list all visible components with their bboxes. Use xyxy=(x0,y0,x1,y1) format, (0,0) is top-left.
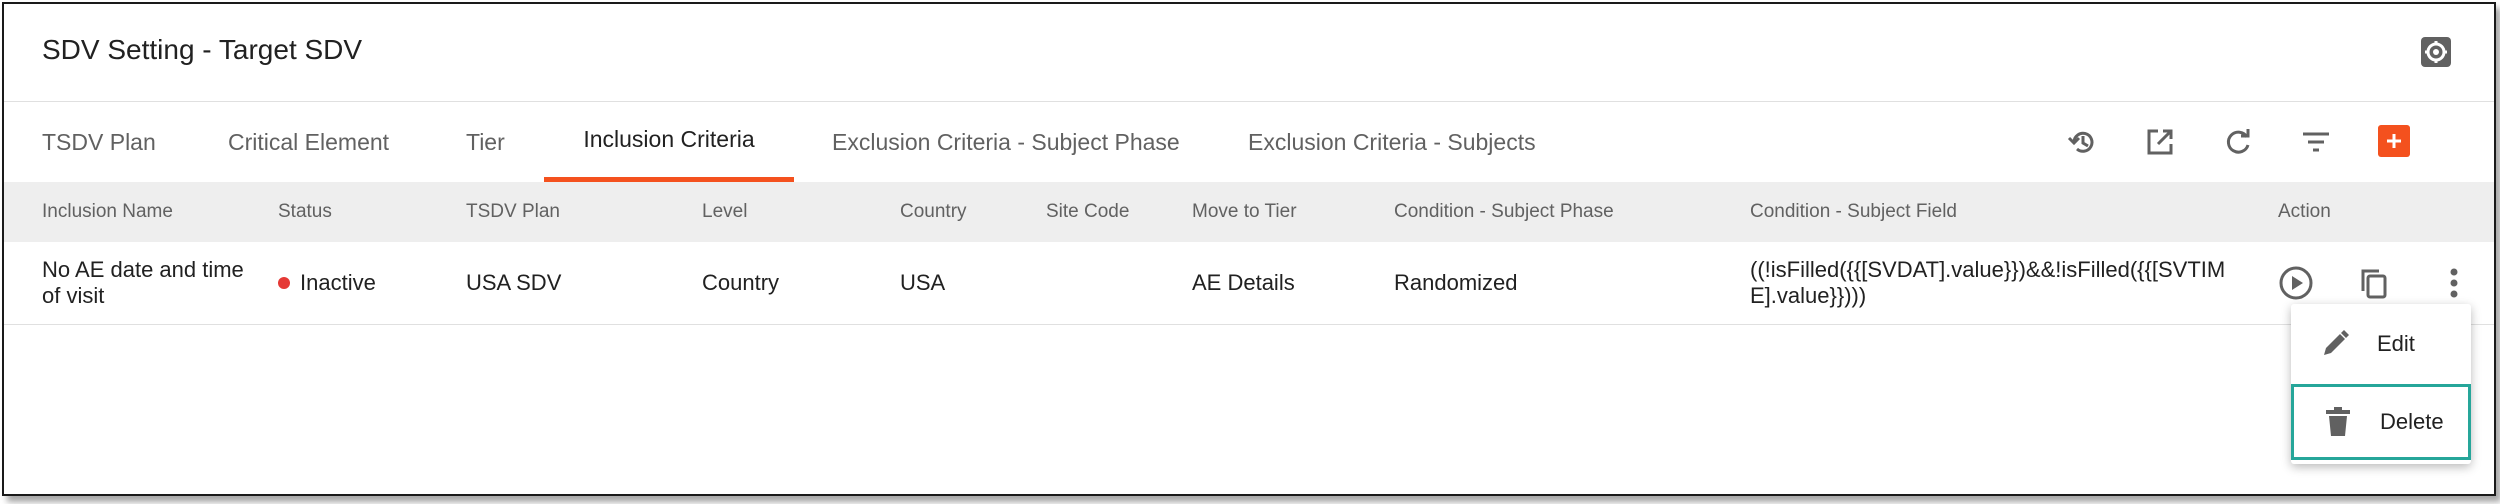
history-icon[interactable] xyxy=(2062,122,2102,162)
more-vert-icon[interactable] xyxy=(2434,263,2474,303)
cell-move-to-tier: AE Details xyxy=(1192,270,1295,295)
cell-inclusion-name: No AE date and time of visit xyxy=(42,257,244,308)
column-header[interactable]: Inclusion Name xyxy=(42,182,173,242)
open-external-icon[interactable] xyxy=(2140,122,2180,162)
row-context-menu: Edit Delete xyxy=(2291,304,2471,464)
status-label: Inactive xyxy=(300,270,376,295)
cell-country: USA xyxy=(900,270,946,295)
menu-item-label: Edit xyxy=(2377,331,2415,356)
cell-level: Country xyxy=(702,270,780,295)
add-icon xyxy=(2387,134,2401,148)
column-header[interactable]: Country xyxy=(900,182,967,242)
cell-tsdv-plan: USA SDV xyxy=(466,270,562,295)
column-header[interactable]: Status xyxy=(278,182,332,242)
column-header: Action xyxy=(2278,201,2331,222)
tab-tsdv-plan[interactable]: TSDV Plan xyxy=(42,102,156,182)
tabs-bar: TSDV Plan Critical Element Tier Inclusio… xyxy=(4,101,2494,183)
play-icon[interactable] xyxy=(2276,263,2316,303)
cell-condition-field: ((!isFilled({{[SVDAT].value}})&&!isFille… xyxy=(1750,257,2226,308)
filter-icon[interactable] xyxy=(2296,122,2336,162)
table-header: Inclusion Name Status TSDV Plan Level Co… xyxy=(4,182,2494,242)
refresh-icon[interactable] xyxy=(2218,122,2258,162)
copy-icon[interactable] xyxy=(2354,263,2394,303)
pencil-icon xyxy=(2315,324,2355,364)
cell-status: Inactive xyxy=(278,242,376,324)
trash-icon xyxy=(2318,402,2358,442)
status-dot xyxy=(278,277,290,289)
tab-tier[interactable]: Tier xyxy=(466,102,505,182)
menu-item-edit[interactable]: Edit xyxy=(2291,306,2471,382)
column-header[interactable]: Site Code xyxy=(1046,182,1129,242)
cell-condition-phase: Randomized xyxy=(1394,270,1518,295)
column-header[interactable]: Condition - Subject Phase xyxy=(1394,182,1614,242)
column-header[interactable]: Level xyxy=(702,182,747,242)
column-header[interactable]: Move to Tier xyxy=(1192,182,1297,242)
tab-exclusion-criteria-subjects[interactable]: Exclusion Criteria - Subjects xyxy=(1248,102,1536,182)
app-window: SDV Setting - Target SDV TSDV Plan Criti… xyxy=(2,2,2496,496)
menu-item-delete[interactable]: Delete xyxy=(2291,384,2471,460)
table-row[interactable]: No AE date and time of visit Inactive US… xyxy=(4,242,2494,325)
column-header[interactable]: TSDV Plan xyxy=(466,182,560,242)
gear-icon[interactable] xyxy=(2418,34,2454,70)
page-title: SDV Setting - Target SDV xyxy=(42,34,363,65)
tab-inclusion-criteria[interactable]: Inclusion Criteria xyxy=(544,102,794,182)
tab-exclusion-criteria-subject-phase[interactable]: Exclusion Criteria - Subject Phase xyxy=(832,102,1180,182)
menu-item-label: Delete xyxy=(2380,409,2444,434)
tab-critical-element[interactable]: Critical Element xyxy=(228,102,389,182)
column-header[interactable]: Condition - Subject Field xyxy=(1750,182,1957,242)
add-button[interactable] xyxy=(2378,125,2410,157)
